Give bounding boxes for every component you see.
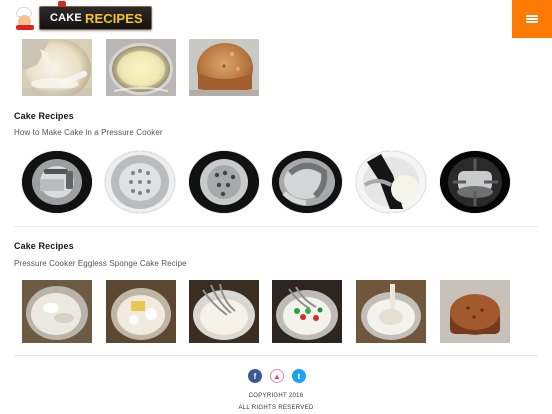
cooker-stand-image[interactable] [189, 151, 259, 213]
section-three-subtitle: Pressure Cooker Eggless Sponge Cake Reci… [14, 259, 187, 268]
footer-divider [14, 355, 538, 356]
chef-mascot-icon [14, 6, 38, 30]
rights-text: ALL RIGHTS RESERVED [238, 405, 314, 411]
menu-button[interactable] [512, 0, 552, 38]
flour-bowl-image[interactable] [22, 280, 92, 343]
cooker-stove-image[interactable] [440, 151, 510, 213]
butter-sugar-image[interactable] [106, 280, 176, 343]
cooker-plate-image[interactable] [105, 151, 175, 213]
cooker-handle-image[interactable] [356, 151, 426, 213]
baked-sponge-image[interactable] [189, 39, 259, 96]
up-arrow-icon: ▲ [273, 371, 281, 381]
social-links: f ▲ t [242, 369, 312, 385]
back-to-top-button[interactable]: ▲ [270, 369, 284, 383]
tutti-frutti-mixture-image[interactable] [272, 280, 342, 343]
twitter-icon: t [297, 371, 301, 381]
logo-recipes-text: RECIPES [84, 10, 143, 26]
facebook-icon: f [253, 371, 257, 381]
whisking-mixture-image[interactable] [189, 280, 259, 343]
cake-icon [58, 1, 66, 7]
hamburger-icon [526, 15, 538, 23]
logo-badge: CAKE RECIPES [39, 1, 152, 30]
section-two-subtitle: How to Make Cake in a Pressure Cooker [14, 128, 163, 137]
batter-in-pan-image[interactable] [356, 280, 426, 343]
greased-pan-image[interactable] [106, 39, 176, 96]
batter-blending-image[interactable] [22, 39, 92, 96]
sponge-cake-image[interactable] [440, 280, 510, 343]
site-header: CAKE RECIPES [0, 0, 552, 38]
page: CAKE RECIPES Cake Recipes How to Make Ca… [0, 0, 552, 414]
facebook-button[interactable]: f [248, 369, 262, 383]
section-two-title: Cake Recipes [14, 111, 74, 121]
cooker-base-image[interactable] [22, 151, 92, 213]
site-logo[interactable]: CAKE RECIPES [14, 1, 152, 30]
section-divider [14, 226, 538, 227]
logo-cake-text: CAKE [50, 12, 82, 24]
twitter-button[interactable]: t [292, 369, 306, 383]
cooker-gasket-image[interactable] [272, 151, 342, 213]
copyright-text: COPYRIGHT 2016 [248, 393, 304, 399]
section-three-title: Cake Recipes [14, 241, 74, 251]
